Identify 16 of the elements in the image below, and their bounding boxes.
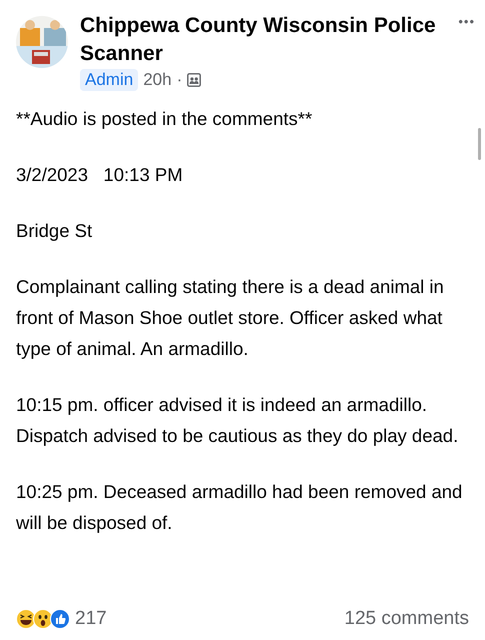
scrollbar — [478, 128, 481, 160]
post-paragraph: **Audio is posted in the comments** — [16, 107, 314, 131]
post-paragraph: Bridge St — [16, 219, 94, 243]
reaction-count[interactable]: 217 — [75, 608, 107, 630]
group-members-icon — [187, 73, 202, 87]
post-paragraph: Complainant calling stating there is a dead animal in front of Mason Shoe outlet store. Officer asked what type of animal. An armadillo. — [16, 275, 445, 361]
thumbs-up-icon — [50, 609, 70, 629]
post-paragraph: 3/2/2023 10:13 PM — [16, 163, 184, 187]
post-paragraph: 10:15 pm. officer advised it is indeed an armadillo. Dispatch advised to be cautious as they do play dead. — [16, 393, 460, 448]
post-time: 20h — [143, 70, 172, 90]
author-name[interactable]: Chippewa County Wisconsin Police Scanner — [80, 12, 446, 68]
separator: · — [176, 70, 182, 90]
more-options-button[interactable]: ••• — [458, 14, 475, 29]
comments-count[interactable]: 125 comments — [344, 608, 469, 630]
admin-badge: Admin — [80, 69, 138, 91]
post-paragraph: 10:25 pm. Deceased armadillo had been removed and will be disposed of. — [16, 480, 464, 535]
